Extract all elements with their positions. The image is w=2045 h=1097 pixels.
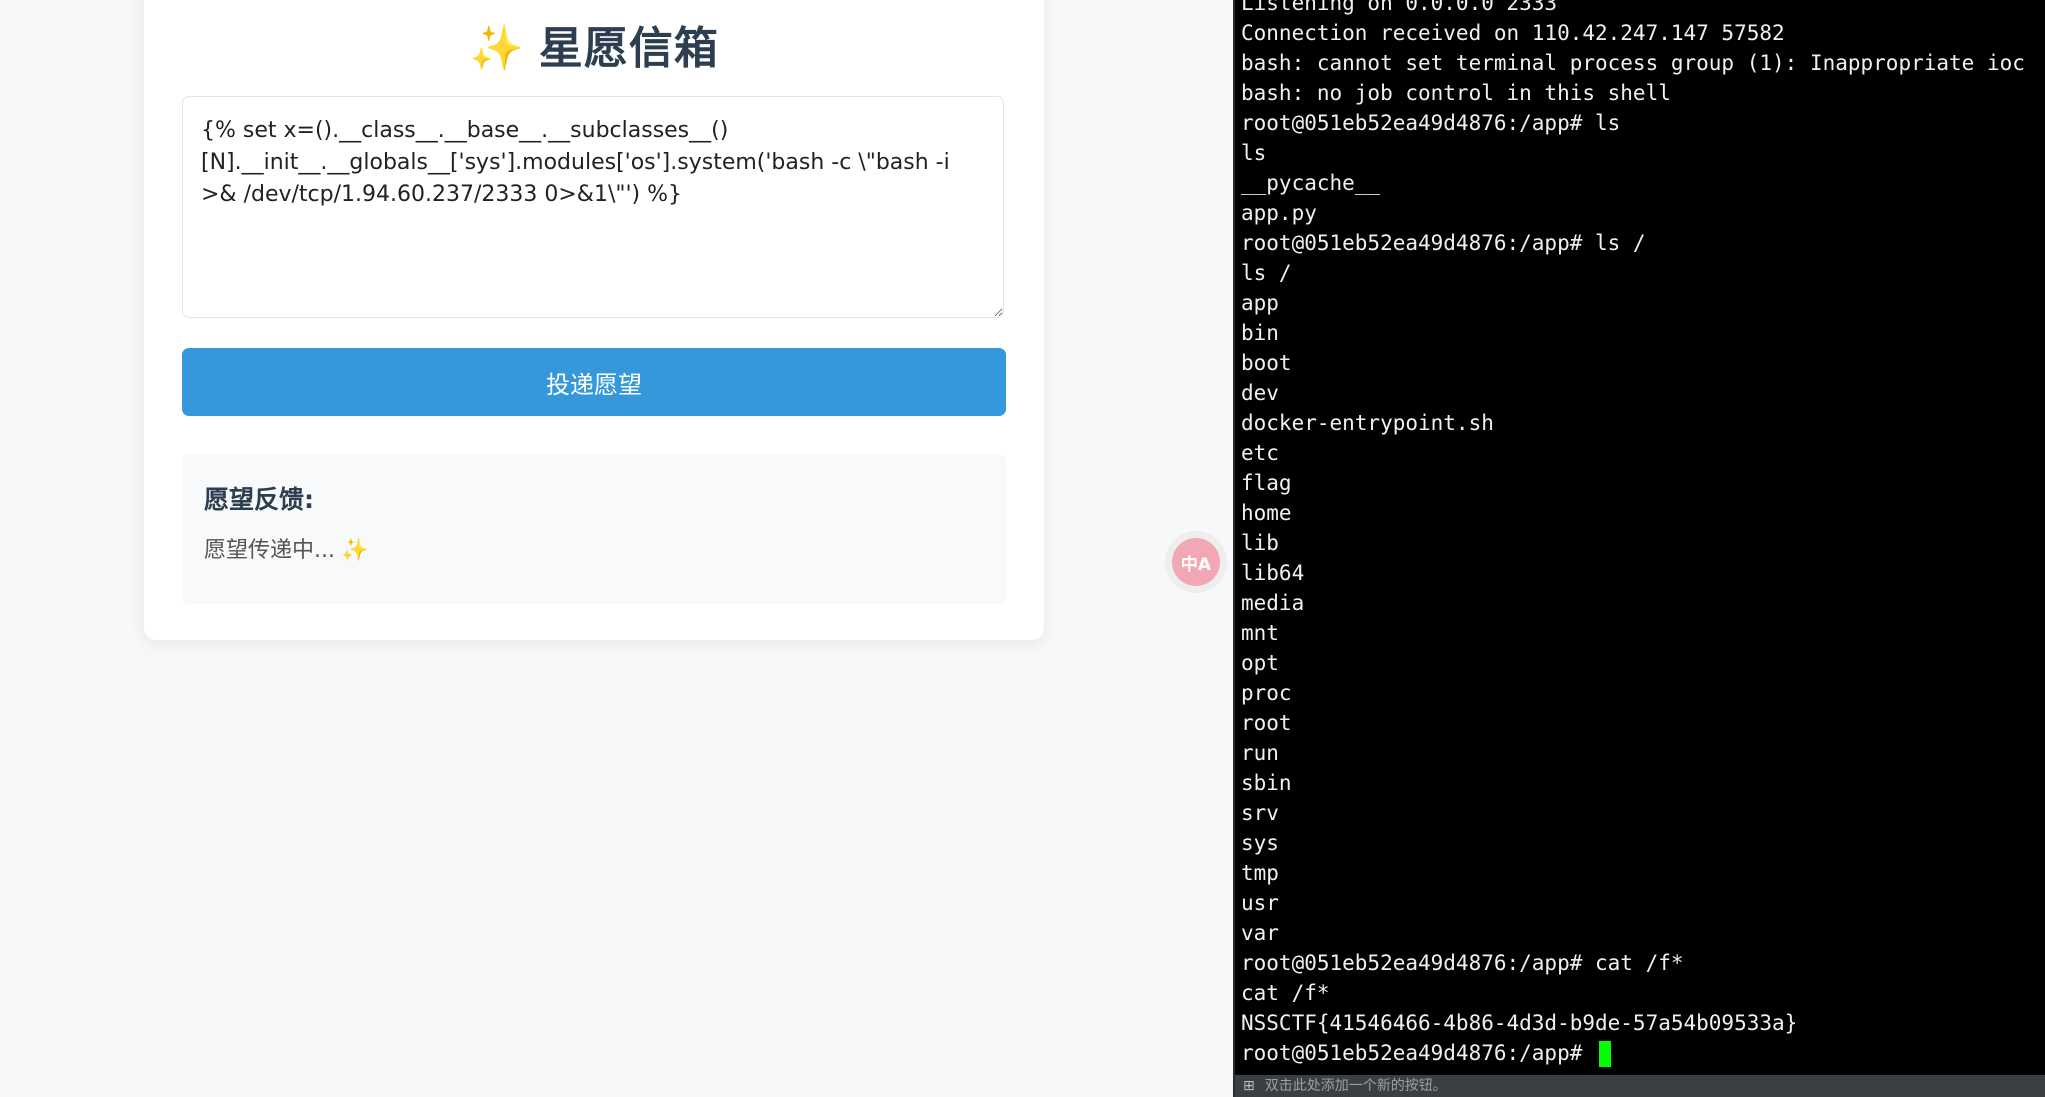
terminal-line: app.py — [1241, 201, 1317, 225]
terminal-line: root — [1241, 711, 1292, 735]
terminal-line: Connection received on 110.42.247.147 57… — [1241, 21, 1785, 45]
terminal-line: root@051eb52ea49d4876:/app# ls / — [1241, 231, 1646, 255]
terminal-line: ls — [1241, 141, 1267, 165]
terminal-window[interactable]: Listening on 0.0.0.0 2333 Connection rec… — [1233, 0, 2045, 1097]
terminal-line: etc — [1241, 441, 1279, 465]
terminal-line: srv — [1241, 801, 1279, 825]
feedback-text-row: 愿望传递中... ✨ — [204, 532, 368, 564]
feedback-panel: 愿望反馈: 愿望传递中... ✨ — [182, 454, 1006, 604]
sparkle-icon: ✨ — [340, 538, 369, 563]
page-title: ✨ 星愿信箱 — [144, 12, 1044, 76]
terminal-line: home — [1241, 501, 1292, 525]
terminal-line: dev — [1241, 381, 1279, 405]
translate-icon-label: 中A — [1180, 554, 1212, 575]
terminal-line: mnt — [1241, 621, 1279, 645]
terminal-line: media — [1241, 591, 1305, 615]
feedback-text: 愿望传递中... — [204, 538, 335, 563]
terminal-line: NSSCTF{41546466-4b86-4d3d-b9de-57a54b095… — [1241, 1011, 1798, 1035]
translate-icon[interactable]: 中A — [1172, 538, 1220, 586]
terminal-line: lib64 — [1241, 561, 1305, 585]
terminal-line: app — [1241, 291, 1279, 315]
terminal-status-bar[interactable]: ⊞ 双击此处添加一个新的按钮。 — [1235, 1075, 2045, 1097]
terminal-prompt-line[interactable]: root@051eb52ea49d4876:/app# — [1241, 1038, 2025, 1068]
terminal-line: tmp — [1241, 861, 1279, 885]
terminal-line: var — [1241, 921, 1279, 945]
terminal-line: proc — [1241, 681, 1292, 705]
terminal-line: flag — [1241, 471, 1292, 495]
terminal-line: ls / — [1241, 261, 1292, 285]
terminal-line: docker-entrypoint.sh — [1241, 411, 1494, 435]
terminal-line: boot — [1241, 351, 1292, 375]
terminal-line: lib — [1241, 531, 1279, 555]
terminal-line: sys — [1241, 831, 1279, 855]
submit-wish-button[interactable]: 投递愿望 — [182, 348, 1006, 416]
terminal-line: bash: no job control in this shell — [1241, 81, 1671, 105]
terminal-line: run — [1241, 741, 1279, 765]
terminal-output: Listening on 0.0.0.0 2333 Connection rec… — [1241, 0, 2025, 1068]
terminal-line: bash: cannot set terminal process group … — [1241, 51, 2025, 75]
feedback-title: 愿望反馈: — [204, 485, 314, 514]
terminal-line: __pycache__ — [1241, 171, 1381, 195]
terminal-line: bin — [1241, 321, 1279, 345]
wish-input[interactable] — [182, 96, 1004, 318]
terminal-line: Listening on 0.0.0.0 2333 — [1241, 0, 1558, 15]
screen: ✨星愿信箱 投递愿望 愿望反馈: 愿望传递中...✨ 中A Listening … — [0, 0, 2045, 1097]
terminal-line: root@051eb52ea49d4876:/app# ls — [1241, 111, 1621, 135]
terminal-line: root@051eb52ea49d4876:/app# cat /f* — [1241, 951, 1684, 975]
terminal-line: cat /f* — [1241, 981, 1330, 1005]
sparkle-icon: ✨ — [469, 24, 525, 73]
add-button-icon: ⊞ — [1243, 1078, 1255, 1094]
page-title-text: 星愿信箱 — [538, 24, 719, 73]
terminal-cursor — [1599, 1041, 1612, 1067]
terminal-line: usr — [1241, 891, 1279, 915]
terminal-status-text: 双击此处添加一个新的按钮。 — [1264, 1078, 1447, 1094]
terminal-line: opt — [1241, 651, 1279, 675]
wish-card: ✨星愿信箱 投递愿望 愿望反馈: 愿望传递中...✨ — [144, 0, 1044, 640]
terminal-line: sbin — [1241, 771, 1292, 795]
terminal-prompt: root@051eb52ea49d4876:/app# — [1241, 1041, 1596, 1065]
browser-viewport: ✨星愿信箱 投递愿望 愿望反馈: 愿望传递中...✨ 中A — [0, 0, 1233, 1097]
